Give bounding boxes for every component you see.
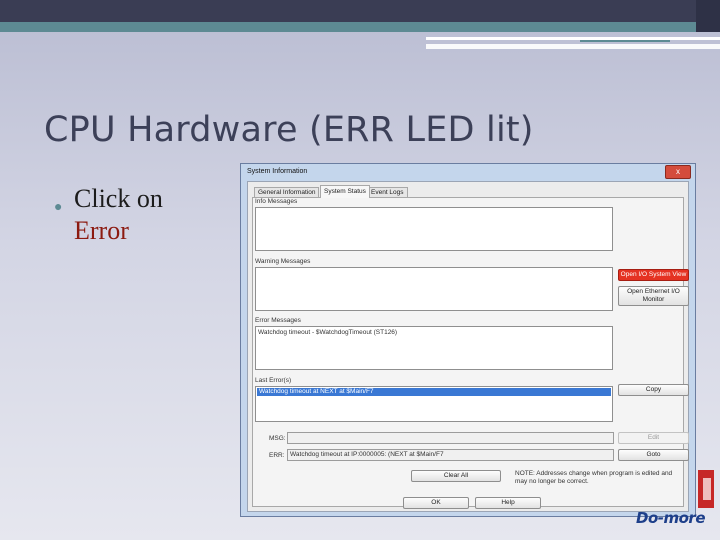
system-status-panel: Info Messages Warning Messages Open I/O … [252,197,689,507]
close-icon[interactable]: x [665,165,691,179]
goto-button[interactable]: Goto [618,449,689,461]
last-error-row[interactable]: Watchdog timeout at NEXT at $Main/F7 [257,388,611,396]
error-messages-list[interactable]: Watchdog timeout - $WatchdogTimeout (ST1… [255,326,613,370]
last-errors-list[interactable]: Watchdog timeout at NEXT at $Main/F7 [255,386,613,422]
copy-button[interactable]: Copy [618,384,689,396]
bullet-point: ● Click on Error [54,183,163,247]
bullet-line-1: Click on [74,184,163,213]
bullet-line-2: Error [74,216,129,245]
tab-system-status[interactable]: System Status [320,185,370,198]
dialog-body: General Information System Status Event … [247,181,689,512]
open-ethernet-io-monitor-button[interactable]: Open Ethernet I/O Monitor [618,286,689,306]
top-corner-block [696,0,720,32]
edit-button[interactable]: Edit [618,432,689,444]
err-label: ERR: [269,452,285,459]
error-message-item[interactable]: Watchdog timeout - $WatchdogTimeout (ST1… [258,329,397,336]
help-button[interactable]: Help [475,497,541,509]
info-messages-list[interactable] [255,207,613,251]
ok-button[interactable]: OK [403,497,469,509]
dialog-title: System Information [247,168,308,175]
warning-messages-label: Warning Messages [255,258,311,265]
err-field[interactable]: Watchdog timeout at IP:0000005: (NEXT at… [287,449,614,461]
info-messages-label: Info Messages [255,198,298,205]
slide-title: CPU Hardware (ERR LED lit) [44,110,534,150]
warning-messages-list[interactable] [255,267,613,311]
msg-label: MSG: [269,435,286,442]
logo-mark-detail [703,478,711,500]
clear-all-button[interactable]: Clear All [411,470,501,482]
error-messages-label: Error Messages [255,317,301,324]
open-io-system-view-button[interactable]: Open I/O System View [618,269,689,281]
address-note: NOTE: Addresses change when program is e… [515,470,673,485]
decor-line [426,37,720,40]
msg-field[interactable] [287,432,614,444]
top-bar [0,0,720,22]
brand-logo: Do-more [636,509,706,527]
top-accent-bar [0,22,720,32]
system-information-dialog: System Information x General Information… [240,163,696,517]
last-errors-label: Last Error(s) [255,377,292,384]
decor-line [580,40,670,42]
bullet-icon: ● [54,200,63,215]
decor-line [426,44,720,49]
